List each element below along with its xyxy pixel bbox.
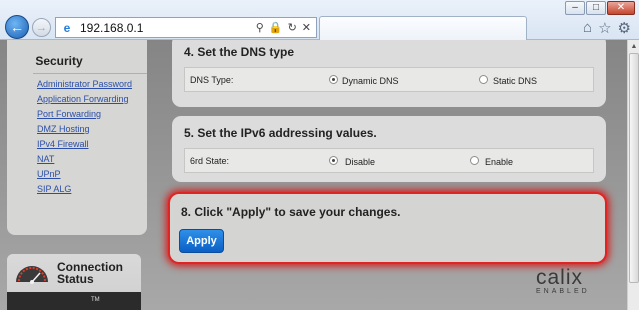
speedometer-icon xyxy=(16,266,48,284)
ie-page-icon: e xyxy=(63,20,71,35)
connection-status-panel[interactable]: Connection Status TM xyxy=(7,254,141,310)
apply-button[interactable]: Apply xyxy=(179,229,224,253)
search-dropdown-icon[interactable]: ⚲ xyxy=(256,21,264,34)
trademark-mark: TM xyxy=(91,297,100,303)
sidebar-divider xyxy=(33,73,147,74)
scroll-up-icon[interactable]: ▲ xyxy=(629,41,639,51)
security-sidebar: Security Administrator Password Applicat… xyxy=(7,40,147,235)
browser-chrome: – □ ✕ ← → e 192.168.0.1 ⚲ 🔒 ↻ ✕ ⌂ ☆ ⚙ xyxy=(0,0,639,40)
apply-section: 8. Click "Apply" to save your changes. A… xyxy=(170,194,605,262)
browser-toolbar: ⌂ ☆ ⚙ xyxy=(583,19,631,37)
6rd-enable-radio[interactable] xyxy=(470,156,479,165)
lock-icon[interactable]: 🔒 xyxy=(269,21,283,34)
address-bar[interactable]: e 192.168.0.1 ⚲ 🔒 ↻ ✕ xyxy=(55,17,317,38)
6rd-enable-label[interactable]: Enable xyxy=(485,157,513,167)
dynamic-dns-radio[interactable] xyxy=(329,75,338,84)
browser-tab[interactable] xyxy=(319,16,527,40)
calix-tagline: ENABLED xyxy=(536,288,590,295)
tools-gear-icon[interactable]: ⚙ xyxy=(618,19,631,37)
calix-logo: calix xyxy=(536,266,584,289)
forward-icon: → xyxy=(36,21,47,34)
router-page: Security Administrator Password Applicat… xyxy=(0,40,627,310)
apply-section-title: 8. Click "Apply" to save your changes. xyxy=(181,205,401,219)
connection-status-bar xyxy=(7,292,141,310)
6rd-disable-label[interactable]: Disable xyxy=(345,157,375,167)
sidebar-item-ipv4-firewall[interactable]: IPv4 Firewall xyxy=(37,139,141,149)
ipv6-section: 5. Set the IPv6 addressing values. 6rd S… xyxy=(172,116,606,182)
minimize-button[interactable]: – xyxy=(565,1,585,15)
dynamic-dns-label[interactable]: Dynamic DNS xyxy=(342,76,399,86)
sidebar-item-administrator-password[interactable]: Administrator Password xyxy=(37,79,141,89)
address-url[interactable]: 192.168.0.1 xyxy=(80,21,256,35)
sidebar-item-sip-alg[interactable]: SIP ALG xyxy=(37,184,141,194)
6rd-state-row: 6rd State: Disable Enable xyxy=(184,148,594,173)
refresh-icon[interactable]: ↻ xyxy=(288,21,297,34)
dns-type-label: DNS Type: xyxy=(190,75,234,85)
favorites-star-icon[interactable]: ☆ xyxy=(598,19,611,37)
sidebar-title: Security xyxy=(35,54,83,68)
dns-section: 4. Set the DNS type DNS Type: Dynamic DN… xyxy=(172,40,606,107)
close-window-button[interactable]: ✕ xyxy=(607,1,635,15)
back-button[interactable]: ← xyxy=(5,15,29,39)
vertical-scrollbar[interactable]: ▲ xyxy=(627,40,639,310)
6rd-disable-radio[interactable] xyxy=(329,156,338,165)
window-controls: – □ ✕ xyxy=(565,1,635,15)
connection-status-label: Connection Status xyxy=(57,260,123,286)
sidebar-menu: Administrator Password Application Forwa… xyxy=(37,79,141,199)
home-icon[interactable]: ⌂ xyxy=(583,19,592,37)
back-icon: ← xyxy=(10,19,24,35)
dns-section-title: 4. Set the DNS type xyxy=(184,45,295,59)
ipv6-section-title: 5. Set the IPv6 addressing values. xyxy=(184,126,377,140)
sidebar-item-dmz-hosting[interactable]: DMZ Hosting xyxy=(37,124,141,134)
maximize-button[interactable]: □ xyxy=(586,1,606,15)
scrollbar-thumb[interactable] xyxy=(629,53,639,283)
sidebar-item-nat[interactable]: NAT xyxy=(37,154,141,164)
static-dns-radio[interactable] xyxy=(479,75,488,84)
forward-button[interactable]: → xyxy=(32,18,51,37)
sidebar-item-upnp[interactable]: UPnP xyxy=(37,169,141,179)
stop-icon[interactable]: ✕ xyxy=(302,21,311,34)
sidebar-item-application-forwarding[interactable]: Application Forwarding xyxy=(37,94,141,104)
dns-type-row: DNS Type: Dynamic DNS Static DNS xyxy=(184,67,594,92)
6rd-state-label: 6rd State: xyxy=(190,156,230,166)
static-dns-label[interactable]: Static DNS xyxy=(493,76,537,86)
sidebar-item-port-forwarding[interactable]: Port Forwarding xyxy=(37,109,141,119)
